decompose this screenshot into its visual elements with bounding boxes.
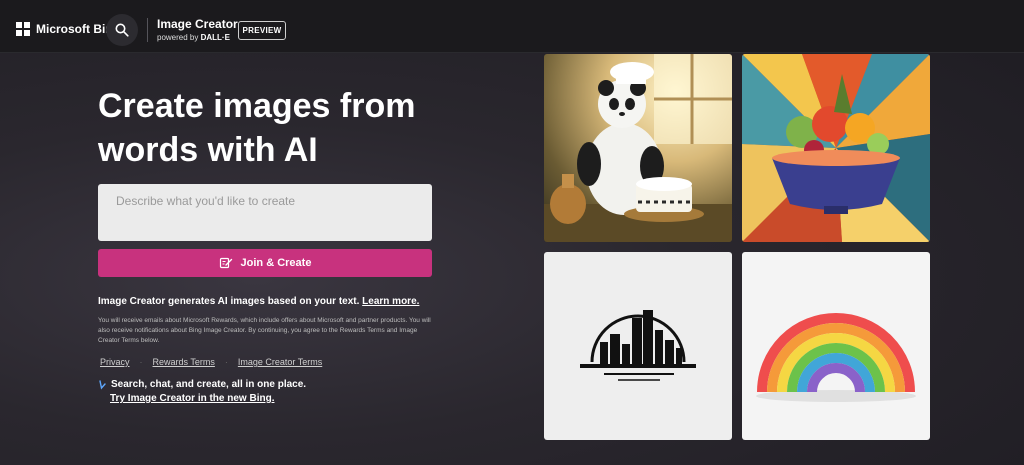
search-icon <box>115 23 129 37</box>
rewards-terms-link[interactable]: Rewards Terms <box>153 357 215 367</box>
preview-badge: PREVIEW <box>238 21 286 40</box>
paper-rainbow-illustration <box>756 313 916 402</box>
legal-links: Privacy · Rewards Terms · Image Creator … <box>100 357 322 367</box>
gallery-image-panda-chef[interactable] <box>544 54 732 242</box>
powered-by-text: powered by <box>157 33 199 42</box>
microsoft-bing-logo[interactable]: Microsoft Bing <box>16 22 120 36</box>
city-skyline-illustration <box>580 310 696 381</box>
gallery-image-city-skyline[interactable] <box>544 252 732 440</box>
dalle-brand: DALL·E <box>200 33 230 42</box>
search-button[interactable] <box>106 14 138 46</box>
privacy-link[interactable]: Privacy <box>100 357 130 367</box>
header-divider <box>147 18 148 42</box>
promo-text: Search, chat, and create, all in one pla… <box>111 379 307 390</box>
prompt-input[interactable]: Describe what you'd like to create <box>98 184 432 241</box>
hero-title: Create images from words with AI <box>98 87 416 169</box>
gallery-image-paper-rainbow[interactable] <box>742 252 930 440</box>
image-creator-terms-link[interactable]: Image Creator Terms <box>238 357 322 367</box>
try-new-bing-link[interactable]: Try Image Creator in the new Bing. <box>110 393 306 404</box>
panda-chef-illustration <box>544 54 732 242</box>
sparkle-icon <box>99 379 106 390</box>
create-icon <box>219 257 232 269</box>
promo-block: Search, chat, and create, all in one pla… <box>98 379 306 404</box>
microsoft-logo-icon <box>16 22 30 36</box>
join-and-create-button[interactable]: Join & Create <box>98 249 432 277</box>
link-separator: · <box>224 357 228 367</box>
product-title[interactable]: Image Creator <box>157 17 238 31</box>
fruit-bowl-illustration <box>742 54 930 242</box>
learn-more-link[interactable]: Learn more. <box>362 296 419 307</box>
info-text: Image Creator generates AI images based … <box>98 296 419 307</box>
top-navigation-bar: Microsoft Bing Image Creator powered by … <box>0 0 1024 53</box>
fine-print: You will receive emails about Microsoft … <box>98 317 431 344</box>
powered-by-label: powered by DALL·E <box>157 33 230 42</box>
gallery-image-fruit-bowl[interactable] <box>742 54 930 242</box>
link-separator: · <box>139 357 143 367</box>
join-and-create-label: Join & Create <box>240 257 312 269</box>
info-description: Image Creator generates AI images based … <box>98 296 360 307</box>
